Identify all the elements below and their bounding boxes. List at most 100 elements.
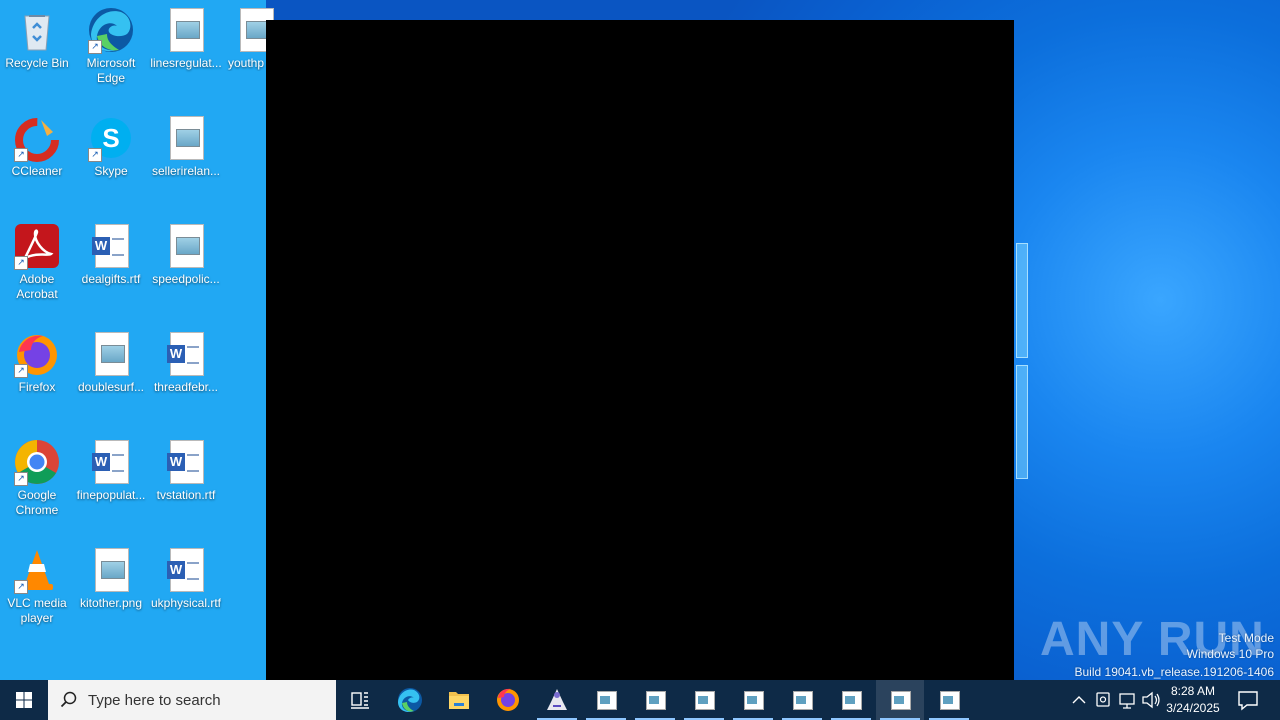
- tray-network-button[interactable]: [1116, 680, 1138, 720]
- image-file-icon: [162, 114, 210, 162]
- desktop-icon-label: doublesurf...: [77, 380, 145, 394]
- black-app-window[interactable]: [266, 20, 1014, 702]
- clock-date: 3/24/2025: [1166, 701, 1220, 715]
- taskbar-clock[interactable]: 8:28 AM 3/24/2025: [1160, 683, 1226, 717]
- desktop-icon-ccleaner[interactable]: ↗ CCleaner: [0, 108, 74, 179]
- desktop-icon-skype[interactable]: S ↗ Skype: [74, 108, 148, 179]
- taskbar-window-1[interactable]: [582, 680, 630, 720]
- desktop-icon-kitother[interactable]: kitother.png: [74, 540, 148, 611]
- shortcut-arrow-icon: ↗: [14, 256, 28, 270]
- shortcut-arrow-icon: ↗: [14, 364, 28, 378]
- word-file-icon: W: [162, 438, 210, 486]
- windows-logo-pane-top: [1016, 243, 1028, 358]
- desktop-icon-label: sellerirelan...: [151, 164, 221, 178]
- taskbar-window-4[interactable]: [729, 680, 777, 720]
- chrome-icon: ↗: [13, 438, 61, 486]
- shortcut-arrow-icon: ↗: [14, 472, 28, 486]
- desktop-icon-label: threadfebr...: [153, 380, 219, 394]
- search-icon: [60, 691, 77, 708]
- search-placeholder: Type here to search: [88, 692, 221, 709]
- taskbar-window-2[interactable]: [631, 680, 679, 720]
- desktop-icon-doublesurf[interactable]: doublesurf...: [74, 324, 148, 395]
- desktop-icon-label: finepopulat...: [76, 488, 146, 502]
- taskbar-edge[interactable]: [386, 680, 434, 720]
- shortcut-arrow-icon: ↗: [88, 40, 102, 54]
- notification-icon: [1238, 691, 1258, 711]
- desktop-icon-recycle-bin[interactable]: Recycle Bin: [0, 0, 74, 71]
- desktop-icon-google-chrome[interactable]: ↗ Google Chrome: [0, 432, 74, 518]
- desktop: Recycle Bin ↗ CCleaner ↗ Adobe Acrobat ↗…: [0, 0, 1280, 702]
- taskbar-firefox[interactable]: [484, 680, 532, 720]
- image-file-icon: [646, 691, 666, 710]
- edge-icon: ↗: [87, 6, 135, 54]
- desktop-icon-label: Recycle Bin: [5, 56, 69, 70]
- image-file-icon: [87, 546, 135, 594]
- edge-icon: [398, 688, 422, 712]
- desktop-icon-label: linesregulat...: [150, 56, 222, 70]
- desktop-icon-ukphysical[interactable]: W ukphysical.rtf: [149, 540, 223, 611]
- windows-edition-text: Windows 10 Pro: [1186, 647, 1274, 661]
- firefox-icon: [497, 688, 519, 711]
- desktop-icon-label: Firefox: [18, 380, 56, 394]
- windows-start-icon: [16, 692, 32, 708]
- image-file-icon: [695, 691, 715, 710]
- desktop-icon-label: dealgifts.rtf: [81, 272, 141, 286]
- volume-icon: [1142, 691, 1160, 709]
- tray-device-button[interactable]: [1092, 680, 1114, 720]
- network-icon: [1119, 693, 1135, 709]
- taskbar-file-explorer[interactable]: [435, 680, 483, 720]
- desktop-icon-microsoft-edge[interactable]: ↗ Microsoft Edge: [74, 0, 148, 86]
- desktop-icon-sellerirelan[interactable]: sellerirelan...: [149, 108, 223, 179]
- image-file-icon: [842, 691, 862, 710]
- image-file-icon: [793, 691, 813, 710]
- taskbar-window-8[interactable]: [925, 680, 973, 720]
- image-file-icon: [744, 691, 764, 710]
- start-button[interactable]: [0, 680, 48, 720]
- word-file-icon: W: [162, 330, 210, 378]
- app-icon: [547, 689, 567, 710]
- recycle-bin-icon: [13, 6, 61, 54]
- desktop-icon-label: Adobe Acrobat: [16, 272, 58, 301]
- taskbar-app[interactable]: [533, 680, 581, 720]
- skype-icon: S ↗: [87, 114, 135, 162]
- desktop-icon-dealgifts[interactable]: W dealgifts.rtf: [74, 216, 148, 287]
- windows-logo-pane-bottom: [1016, 365, 1028, 479]
- desktop-icon-firefox[interactable]: ↗ Firefox: [0, 324, 74, 395]
- clock-time: 8:28 AM: [1170, 684, 1216, 698]
- action-center-button[interactable]: [1232, 680, 1264, 720]
- taskbar-window-3[interactable]: [680, 680, 728, 720]
- task-view-button[interactable]: [336, 680, 384, 720]
- word-file-icon: W: [87, 222, 135, 270]
- desktop-icon-adobe-acrobat[interactable]: ↗ Adobe Acrobat: [0, 216, 74, 302]
- taskbar-window-5[interactable]: [778, 680, 826, 720]
- image-file-icon: [891, 691, 911, 710]
- shortcut-arrow-icon: ↗: [88, 148, 102, 162]
- device-icon: [1096, 692, 1110, 707]
- task-view-icon: [351, 692, 369, 709]
- image-file-icon: [940, 691, 960, 710]
- svg-text:S: S: [102, 123, 119, 153]
- desktop-icon-label: VLC media player: [7, 596, 67, 625]
- image-file-icon: [87, 330, 135, 378]
- image-file-icon: [162, 6, 210, 54]
- image-file-icon: [597, 691, 617, 710]
- shortcut-arrow-icon: ↗: [14, 148, 28, 162]
- desktop-icon-threadfebr[interactable]: W threadfebr...: [149, 324, 223, 395]
- desktop-icon-label: CCleaner: [11, 164, 63, 178]
- desktop-icon-vlc[interactable]: ↗ VLC media player: [0, 540, 74, 626]
- desktop-icon-linesregulat[interactable]: linesregulat...: [149, 0, 223, 71]
- desktop-icon-speedpolic[interactable]: speedpolic...: [149, 216, 223, 287]
- chevron-up-icon: [1072, 696, 1086, 704]
- desktop-icon-finepopulat[interactable]: W finepopulat...: [74, 432, 148, 503]
- desktop-icon-label: speedpolic...: [152, 272, 220, 286]
- taskbar-search-box[interactable]: Type here to search: [48, 680, 336, 720]
- ccleaner-icon: ↗: [13, 114, 61, 162]
- tray-overflow-button[interactable]: [1068, 680, 1090, 720]
- taskbar-window-6[interactable]: [827, 680, 875, 720]
- taskbar-window-7-active[interactable]: [876, 680, 924, 720]
- desktop-icon-label: tvstation.rtf: [156, 488, 216, 502]
- desktop-icon-tvstation[interactable]: W tvstation.rtf: [149, 432, 223, 503]
- tray-volume-button[interactable]: [1140, 680, 1162, 720]
- taskbar: Type here to search 8:28 AM 3/24/2025: [0, 680, 1280, 720]
- desktop-icon-label: ukphysical.rtf: [150, 596, 222, 610]
